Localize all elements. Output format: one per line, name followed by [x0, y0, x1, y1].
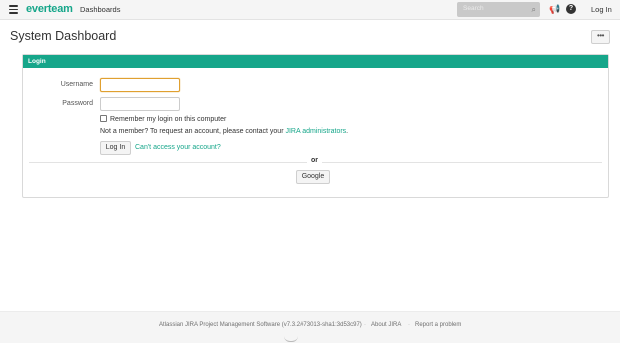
atlassian-footer-logo [284, 336, 298, 342]
page-title: System Dashboard [10, 29, 117, 43]
footer: Atlassian JIRA Project Management Softwa… [0, 311, 620, 343]
hamburger-icon[interactable] [9, 5, 18, 14]
help-icon[interactable]: ? [566, 4, 576, 14]
about-jira-link[interactable]: About JIRA [371, 322, 401, 328]
password-label: Password [62, 100, 93, 107]
nav-dashboards[interactable]: Dashboards [80, 5, 120, 14]
remember-label: Remember my login on this computer [110, 116, 227, 123]
search-placeholder: Search [463, 5, 484, 12]
more-options-button[interactable]: ••• [591, 30, 610, 44]
member-text: Not a member? To request an account, ple… [100, 128, 284, 135]
login-panel-title: Login [23, 55, 608, 68]
footer-version: Atlassian JIRA Project Management Softwa… [159, 322, 362, 328]
search-input[interactable]: Search ⌕ [457, 2, 540, 17]
search-icon[interactable]: ⌕ [532, 5, 536, 14]
password-field[interactable] [100, 97, 180, 111]
remember-checkbox[interactable] [100, 115, 107, 122]
logo[interactable]: everteam [26, 3, 73, 15]
megaphone-icon[interactable]: 📢 [549, 4, 560, 14]
member-notice: Not a member? To request an account, ple… [100, 128, 348, 135]
or-separator: or [307, 157, 322, 164]
login-panel: Login Username Password Remember my logi… [22, 54, 609, 198]
username-label: Username [60, 81, 93, 88]
remember-me[interactable]: Remember my login on this computer [100, 115, 226, 123]
login-button[interactable]: Log In [100, 141, 131, 155]
jira-admins-link[interactable]: JIRA administrators [285, 128, 346, 135]
footer-separator: · [408, 322, 410, 328]
footer-separator: · [364, 322, 366, 328]
cant-access-link[interactable]: Can't access your account? [135, 144, 221, 151]
member-end: . [346, 128, 349, 135]
top-navbar: everteam Dashboards Search ⌕ 📢 ? Log In [0, 0, 620, 20]
login-link[interactable]: Log In [591, 5, 612, 14]
google-login-button[interactable]: Google [296, 170, 330, 184]
username-field[interactable] [100, 78, 180, 92]
report-problem-link[interactable]: Report a problem [415, 322, 461, 328]
